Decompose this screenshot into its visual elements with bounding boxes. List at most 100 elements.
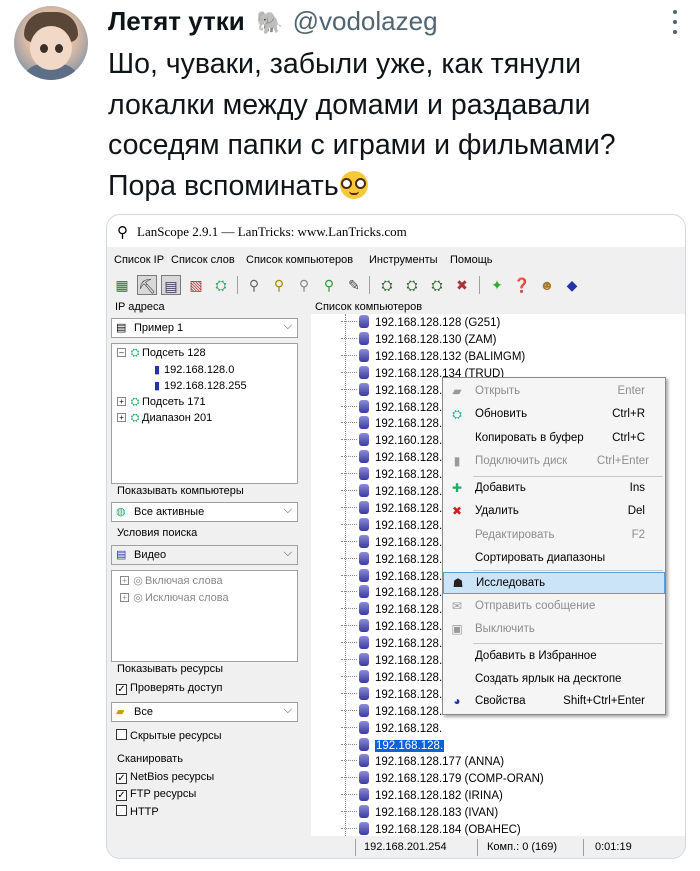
computer-list-item[interactable]: 192.168.128.184 (OBAHEC) bbox=[341, 822, 521, 836]
computer-list-item[interactable]: 192.168.128.132 (BALIMGM) bbox=[341, 348, 525, 366]
computer-list-item[interactable]: 192.168.128. bbox=[341, 619, 442, 636]
settings-icon[interactable]: ✦ bbox=[487, 275, 507, 295]
menu-item-add-favorites[interactable]: Добавить в Избранное bbox=[443, 646, 665, 668]
computer-list-item[interactable]: 192.168.128. bbox=[341, 382, 442, 400]
computer-list-item[interactable]: 192.168.128. bbox=[341, 484, 442, 501]
user-handle[interactable]: @vodolazeg bbox=[293, 6, 438, 36]
menu-tools[interactable]: Инструменты bbox=[369, 254, 438, 266]
ftp-checkbox[interactable]: ✓ FTP ресурсы bbox=[116, 788, 196, 801]
tree-item-ip[interactable]: ▮ 192.168.128.0 bbox=[150, 363, 234, 376]
computer-group-icon[interactable]: ⛭ bbox=[427, 275, 447, 295]
menu-item-open[interactable]: ▰ Открыть Enter bbox=[443, 381, 665, 403]
computer-list-item[interactable]: 192.168.128.130 (ZAM) bbox=[341, 331, 496, 349]
show-computers-select[interactable]: ◍ Все активные ⌵ bbox=[111, 502, 298, 522]
computer-list-item[interactable]: 192.168.128. bbox=[341, 720, 442, 738]
computer-list-item[interactable]: 192.168.128. bbox=[341, 703, 442, 721]
find-all-icon[interactable]: ⚲ bbox=[319, 275, 339, 295]
computer-icon bbox=[359, 754, 369, 768]
help-icon[interactable]: ❓ bbox=[512, 275, 532, 295]
favorites-icon[interactable]: ☻ bbox=[537, 275, 557, 295]
user-avatar[interactable] bbox=[14, 6, 88, 80]
computer-list-item[interactable]: 192.168.128. bbox=[341, 737, 445, 755]
computer-icon[interactable]: ⛭ bbox=[377, 275, 397, 295]
computer-list-item[interactable]: 192.168.128. bbox=[341, 653, 442, 670]
attached-screenshot[interactable]: ⚲ LanScope 2.9.1 — LanTricks: www.LanTri… bbox=[106, 214, 686, 859]
tree-item-exclude[interactable]: + ◎ Исключая слова bbox=[120, 591, 229, 604]
menu-item-create-shortcut[interactable]: Создать ярлык на десктопе bbox=[443, 669, 665, 691]
tweet-header: Летят утки 🐘 @vodolazeg bbox=[108, 5, 438, 39]
http-checkbox[interactable]: HTTP bbox=[116, 805, 159, 818]
find-next-icon[interactable]: ⚲ bbox=[269, 275, 289, 295]
tree-item-range-201[interactable]: + ⛭ Диапазон 201 bbox=[117, 412, 212, 425]
computer-list-item[interactable]: 192.168.128.128 (G251) bbox=[341, 315, 500, 332]
computer-list-item[interactable]: 192.168.128.177 (ANNA) bbox=[341, 754, 504, 771]
computer-list-item[interactable]: 192.160.128. bbox=[341, 433, 442, 450]
expand-icon[interactable]: + bbox=[117, 413, 126, 422]
delete-icon[interactable]: ▧ bbox=[186, 275, 206, 295]
menu-item-send-message[interactable]: ✉ Отправить сообщение bbox=[443, 596, 665, 618]
context-menu[interactable]: ▰ Открыть Enter ⛭ Обновить Ctrl+R Копировать… bbox=[442, 377, 666, 715]
computer-add-icon[interactable]: ⛭ bbox=[402, 275, 422, 295]
menu-item-sort-ranges[interactable]: Сортировать диапазоны bbox=[443, 548, 665, 570]
menu-item-delete[interactable]: ✖ Удалить Del bbox=[443, 501, 665, 523]
computer-list-item[interactable]: 192.168.128. bbox=[341, 669, 442, 687]
computer-list-item[interactable]: 192.168.128. bbox=[341, 686, 442, 704]
scan-toggle-icon[interactable]: ⛏ bbox=[137, 275, 157, 295]
computer-list-item[interactable]: 192.168.128. bbox=[341, 450, 442, 467]
tree-item-subnet-128[interactable]: – ⛭ Подсеть 128 bbox=[117, 347, 206, 360]
computer-list-item[interactable]: 192.168.128. bbox=[341, 568, 442, 586]
computer-list-item[interactable]: 192.168.128. bbox=[341, 467, 442, 484]
menu-help[interactable]: Помощь bbox=[450, 254, 493, 266]
menu-item-explore[interactable]: ☗ Исследовать bbox=[443, 572, 665, 594]
ip-preset-select[interactable]: ▤ Пример 1 ⌵ bbox=[111, 318, 298, 338]
menu-item-shutdown[interactable]: ▣ Выключить bbox=[443, 619, 665, 641]
computer-list-item[interactable]: 192.168.128. bbox=[341, 500, 442, 518]
menu-item-add[interactable]: ✚ Добавить Ins bbox=[443, 478, 665, 500]
resources-select[interactable]: ▰ Все ⌵ bbox=[111, 702, 298, 722]
search-words-tree[interactable]: + ◎ Включая слова + ◎ Исключая слова bbox=[111, 570, 298, 662]
computer-list-item[interactable]: 192.168.128. bbox=[341, 602, 442, 619]
more-options-icon[interactable] bbox=[670, 10, 680, 34]
edit-icon[interactable]: ✎ bbox=[344, 275, 364, 295]
expand-icon[interactable]: + bbox=[120, 576, 129, 585]
ip-tree[interactable]: – ⛭ Подсеть 128 ▮ 192.168.128.0 ▮ 192.168.12… bbox=[111, 343, 298, 484]
computer-list-item[interactable]: 192.168.128.182 (IRINA) bbox=[341, 788, 503, 805]
menu-item-properties[interactable]: ◕ Свойства Shift+Ctrl+Enter bbox=[443, 691, 665, 713]
tree-connector bbox=[341, 490, 357, 491]
menu-item-refresh[interactable]: ⛭ Обновить Ctrl+R bbox=[443, 404, 665, 426]
computer-list-item[interactable]: 192.168.128. bbox=[341, 534, 442, 552]
menu-item-edit[interactable]: Редактировать F2 bbox=[443, 525, 665, 547]
list-view-icon[interactable]: ▤ bbox=[161, 275, 181, 295]
search-conditions-select[interactable]: ▤ Видео ⌵ bbox=[111, 545, 298, 565]
tree-item-include[interactable]: + ◎ Включая слова bbox=[120, 574, 223, 587]
menu-item-copy[interactable]: Копировать в буфер Ctrl+C bbox=[443, 428, 665, 450]
expand-icon[interactable]: + bbox=[120, 593, 129, 602]
menu-ip-list[interactable]: Список IP bbox=[114, 254, 164, 266]
computer-list-item[interactable]: 192.168.128.179 (COMP-ORAN) bbox=[341, 771, 544, 788]
expand-icon[interactable]: + bbox=[117, 397, 126, 406]
menu-item-map-drive[interactable]: ▮ Подключить диск Ctrl+Enter bbox=[443, 451, 665, 473]
display-name[interactable]: Летят утки bbox=[108, 6, 245, 36]
computer-list-item[interactable]: 192.168.128. bbox=[341, 517, 442, 535]
tree-item-ip[interactable]: ▮ 192.168.128.255 bbox=[150, 379, 247, 392]
computer-list-item[interactable]: 192.168.128. bbox=[341, 585, 442, 602]
collapse-icon[interactable]: – bbox=[117, 348, 126, 357]
check-access-checkbox[interactable]: ✓ Проверять доступ bbox=[116, 682, 222, 695]
network-icon[interactable]: ⛭ bbox=[211, 275, 231, 295]
info-icon[interactable]: ◆ bbox=[562, 275, 582, 295]
hidden-resources-checkbox[interactable]: Скрытые ресурсы bbox=[116, 729, 222, 742]
computer-list-item[interactable]: 192.168.128. bbox=[341, 399, 442, 417]
computer-list-item[interactable]: 192.168.128. bbox=[341, 551, 442, 569]
menu-word-list[interactable]: Список слов bbox=[171, 254, 235, 266]
find-prev-icon[interactable]: ⚲ bbox=[294, 275, 314, 295]
computer-list-item[interactable]: 192.168.128. bbox=[341, 636, 442, 653]
menu-computer-list[interactable]: Список компьютеров bbox=[246, 254, 353, 266]
find-icon[interactable]: ⚲ bbox=[244, 275, 264, 295]
computer-list-item[interactable]: 192.168.128. bbox=[341, 416, 442, 433]
new-icon[interactable]: ▦ bbox=[112, 275, 132, 295]
netbios-checkbox[interactable]: ✓ NetBios ресурсы bbox=[116, 771, 214, 784]
tree-item-subnet-171[interactable]: + ⛭ Подсеть 171 bbox=[117, 396, 206, 409]
computer-remove-icon[interactable]: ✖ bbox=[452, 275, 472, 295]
computer-icon bbox=[359, 737, 369, 751]
computer-list-item[interactable]: 192.168.128.183 (IVAN) bbox=[341, 805, 498, 822]
